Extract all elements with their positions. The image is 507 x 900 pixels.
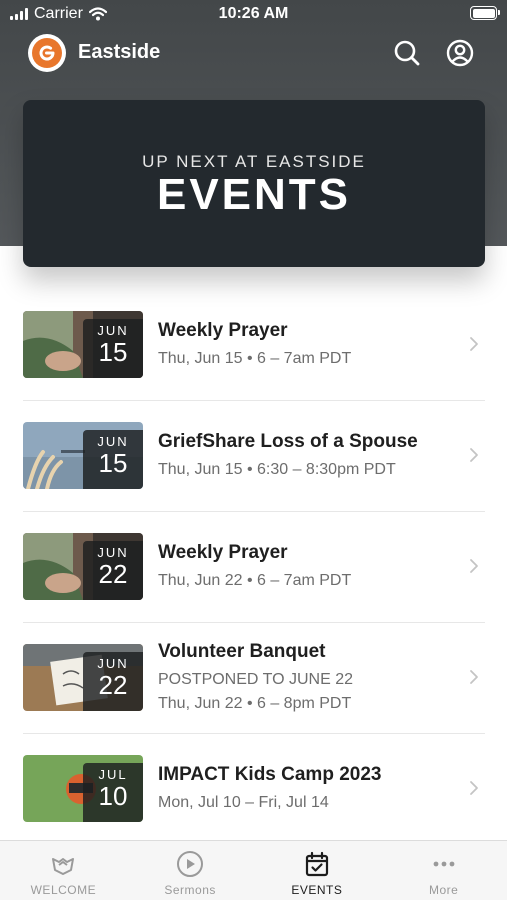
event-details: Volunteer Banquet POSTPONED TO JUNE 22 T…: [158, 623, 458, 733]
date-badge: JUN 22: [83, 652, 143, 711]
app-logo: [28, 34, 66, 72]
badge-month: JUN: [97, 323, 129, 338]
event-thumbnail: JUL 10: [23, 755, 143, 822]
event-list: JUN 15 Weekly Prayer Thu, Jun 15 • 6 – 7…: [23, 290, 485, 845]
chevron-right-icon: [470, 337, 478, 351]
event-date-time: Thu, Jun 15 • 6 – 7am PDT: [158, 349, 352, 367]
search-icon[interactable]: [392, 38, 422, 68]
event-thumbnail: JUN 22: [23, 533, 143, 600]
event-details: GriefShare Loss of a Spouse Thu, Jun 15 …: [158, 401, 458, 511]
chevron-right-icon: [470, 448, 478, 462]
event-row[interactable]: JUL 10 IMPACT Kids Camp 2023 Mon, Jul 10…: [23, 734, 485, 845]
hero-title: EVENTS: [156, 170, 352, 219]
event-date-time: Mon, Jul 10 – Fri, Jul 14: [158, 793, 329, 811]
tab-bar: WELCOME Sermons EVENTS More: [0, 840, 507, 900]
tab-more[interactable]: More: [380, 841, 507, 900]
event-thumbnail: JUN 15: [23, 422, 143, 489]
tab-label: More: [428, 883, 459, 897]
badge-day: 15: [98, 337, 128, 367]
event-details: Weekly Prayer Thu, Jun 15 • 6 – 7am PDT: [158, 290, 458, 400]
status-time: 10:26 AM: [218, 5, 289, 22]
events-hero-banner: UP NEXT AT EASTSIDE EVENTS: [23, 100, 485, 267]
chevron-right-icon: [470, 781, 478, 795]
event-details: IMPACT Kids Camp 2023 Mon, Jul 10 – Fri,…: [158, 734, 458, 844]
event-title: GriefShare Loss of a Spouse: [158, 430, 418, 452]
badge-day: 22: [98, 670, 128, 700]
event-title: Volunteer Banquet: [158, 640, 326, 662]
date-badge: JUN 15: [83, 319, 143, 378]
status-bar: Carrier 10:26 AM: [0, 0, 507, 28]
hero-kicker: UP NEXT AT EASTSIDE: [142, 152, 366, 171]
event-date-time: Thu, Jun 22 • 6 – 8pm PDT: [158, 694, 352, 712]
badge-month: JUN: [97, 434, 129, 449]
event-thumbnail: JUN 22: [23, 644, 143, 711]
tab-events[interactable]: EVENTS: [254, 841, 381, 900]
play-circle-icon: [177, 851, 204, 877]
badge-month: JUL: [98, 767, 128, 782]
event-note: POSTPONED TO JUNE 22: [158, 670, 354, 688]
badge-day: 10: [98, 781, 128, 811]
church-icon: [52, 858, 75, 875]
badge-day: 22: [98, 559, 128, 589]
chevron-right-icon: [470, 559, 478, 573]
tab-welcome[interactable]: WELCOME: [0, 841, 127, 900]
event-title: IMPACT Kids Camp 2023: [158, 763, 382, 785]
event-row[interactable]: JUN 22 Weekly Prayer Thu, Jun 22 • 6 – 7…: [23, 512, 485, 623]
date-badge: JUL 10: [83, 763, 143, 822]
event-title: Weekly Prayer: [158, 319, 288, 341]
battery-icon: [470, 6, 500, 20]
tab-sermons[interactable]: Sermons: [127, 841, 254, 900]
eastside-logo-icon: [32, 38, 62, 68]
tab-label: EVENTS: [291, 883, 343, 897]
event-date-time: Thu, Jun 15 • 6:30 – 8:30pm PDT: [158, 460, 396, 478]
event-title: Weekly Prayer: [158, 541, 288, 563]
more-dots-icon: [433, 861, 455, 867]
event-date-time: Thu, Jun 22 • 6 – 7am PDT: [158, 571, 352, 589]
badge-month: JUN: [97, 656, 129, 671]
event-row[interactable]: JUN 15 Weekly Prayer Thu, Jun 15 • 6 – 7…: [23, 290, 485, 401]
tab-label: WELCOME: [30, 883, 97, 897]
event-row[interactable]: JUN 15 GriefShare Loss of a Spouse Thu, …: [23, 401, 485, 512]
badge-month: JUN: [97, 545, 129, 560]
calendar-icon: [305, 851, 328, 877]
event-row[interactable]: JUN 22 Volunteer Banquet POSTPONED TO JU…: [23, 623, 485, 734]
app-header: Eastside: [0, 30, 507, 76]
chevron-right-icon: [470, 670, 478, 684]
badge-day: 15: [98, 448, 128, 478]
app-name: Eastside: [78, 41, 161, 63]
date-badge: JUN 15: [83, 430, 143, 489]
profile-icon[interactable]: [445, 38, 475, 68]
tab-label: Sermons: [164, 883, 216, 897]
event-details: Weekly Prayer Thu, Jun 22 • 6 – 7am PDT: [158, 512, 458, 622]
event-thumbnail: JUN 15: [23, 311, 143, 378]
date-badge: JUN 22: [83, 541, 143, 600]
